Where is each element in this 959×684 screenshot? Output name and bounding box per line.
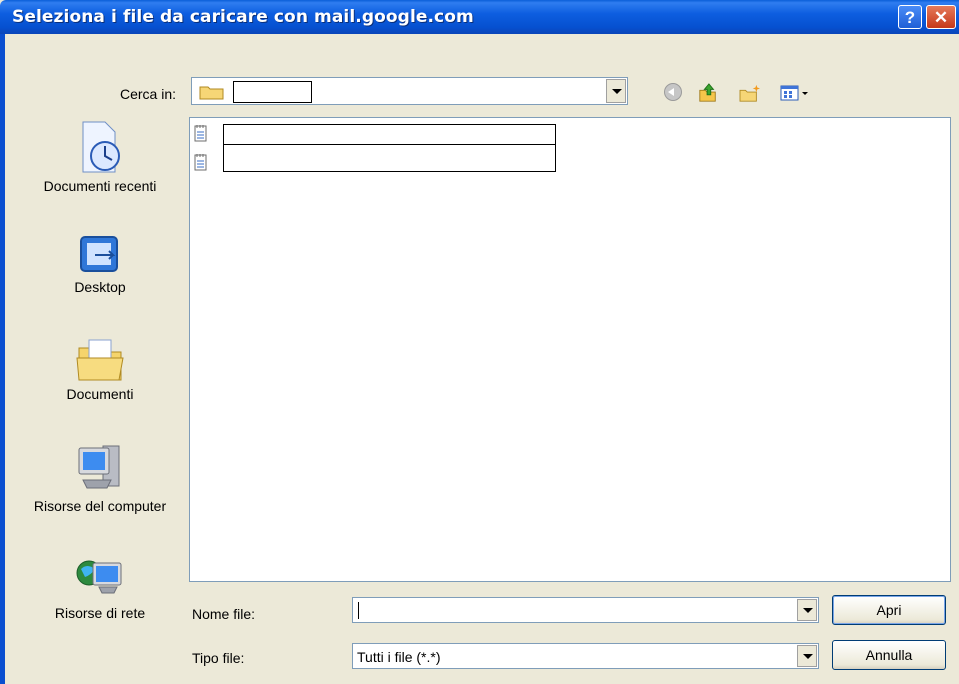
filetype-dropdown-arrow[interactable] bbox=[797, 645, 817, 667]
folder-icon bbox=[199, 86, 224, 100]
place-label: Documenti recenti bbox=[43, 178, 157, 194]
look-in-value bbox=[233, 81, 312, 103]
new-folder-icon[interactable] bbox=[737, 83, 763, 103]
look-in-dropdown-arrow[interactable] bbox=[606, 79, 626, 103]
title-bar[interactable]: Seleziona i file da caricare con mail.go… bbox=[0, 0, 959, 34]
place-label: Desktop bbox=[74, 279, 126, 295]
filename-dropdown-arrow[interactable] bbox=[797, 599, 817, 621]
open-button[interactable]: Apri bbox=[832, 595, 946, 625]
text-file-icon bbox=[194, 125, 207, 142]
look-in-combo[interactable] bbox=[191, 77, 628, 105]
filetype-select[interactable]: Tutti i file (*.*) bbox=[352, 643, 819, 669]
filetype-value: Tutti i file (*.*) bbox=[357, 649, 441, 665]
place-documents[interactable]: Documenti bbox=[30, 334, 170, 405]
filename-input[interactable] bbox=[352, 597, 819, 623]
place-label: Documenti bbox=[66, 386, 134, 402]
file-name bbox=[223, 144, 556, 172]
documents-folder-icon bbox=[76, 339, 124, 381]
place-label: Risorse del computer bbox=[33, 498, 167, 514]
help-button[interactable]: ? bbox=[898, 5, 922, 29]
recent-documents-icon bbox=[82, 121, 120, 173]
up-folder-icon[interactable] bbox=[697, 83, 719, 103]
place-label: Risorse di rete bbox=[54, 605, 146, 621]
window-title: Seleziona i file da caricare con mail.go… bbox=[12, 7, 474, 27]
file-list[interactable] bbox=[189, 117, 951, 582]
filename-label: Nome file: bbox=[192, 606, 256, 622]
desktop-icon bbox=[80, 236, 118, 272]
close-button[interactable]: ✕ bbox=[926, 5, 956, 29]
filetype-label: Tipo file: bbox=[192, 650, 245, 666]
back-icon[interactable] bbox=[664, 83, 682, 101]
window-frame-left bbox=[0, 34, 5, 684]
network-icon bbox=[76, 560, 122, 594]
place-network[interactable]: Risorse di rete bbox=[30, 555, 170, 624]
views-menu-icon[interactable] bbox=[780, 83, 810, 103]
text-cursor bbox=[358, 602, 359, 619]
place-my-computer[interactable]: Risorse del computer bbox=[30, 440, 170, 517]
my-computer-icon bbox=[78, 445, 120, 489]
text-file-icon bbox=[194, 154, 207, 171]
cancel-button[interactable]: Annulla bbox=[832, 640, 946, 670]
place-desktop[interactable]: Desktop bbox=[30, 233, 170, 298]
place-recent-documents[interactable]: Documenti recenti bbox=[30, 118, 170, 197]
look-in-label: Cerca in: bbox=[120, 86, 177, 102]
